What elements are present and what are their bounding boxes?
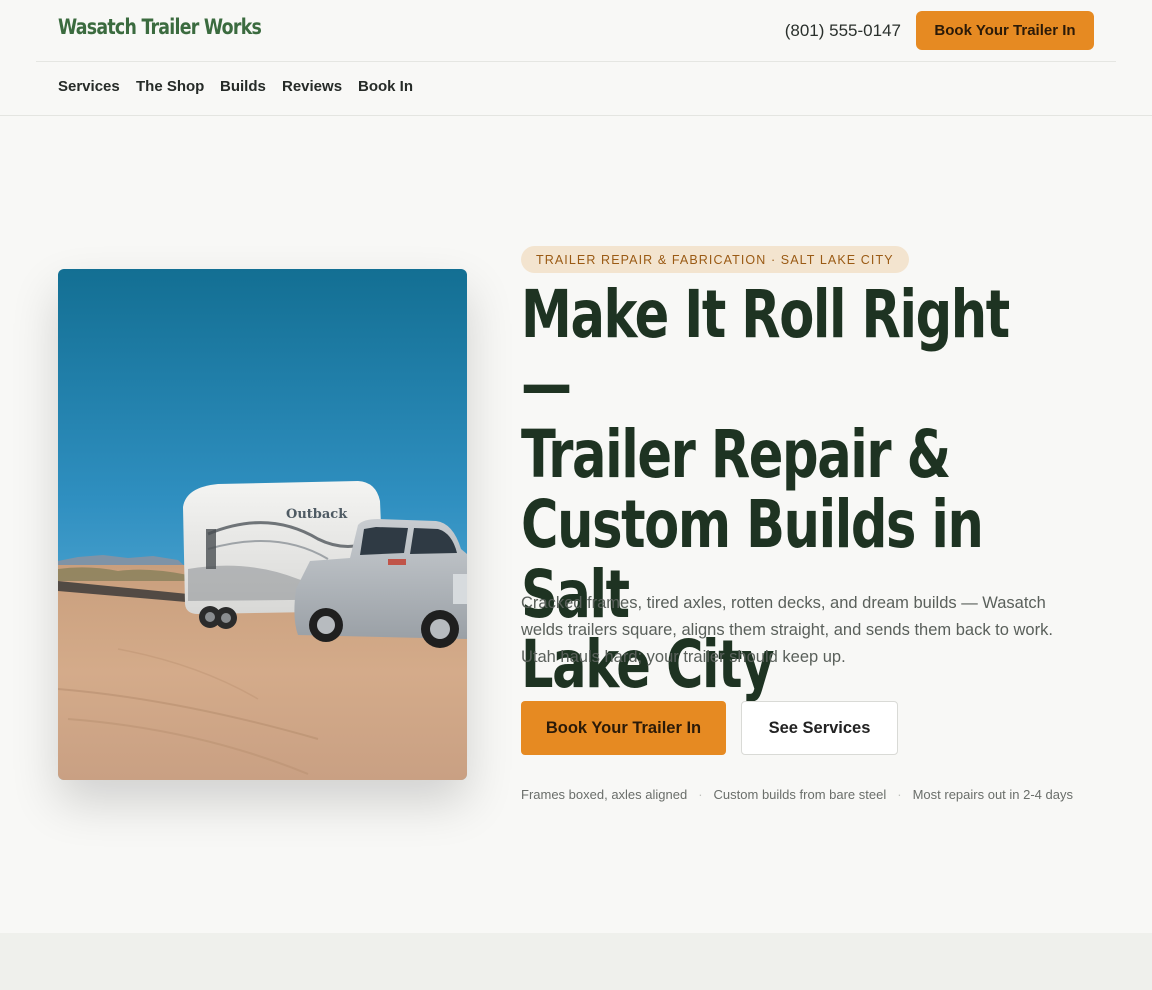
separator-dot: · (897, 787, 902, 802)
main-nav: Services The Shop Builds Reviews Book In (0, 62, 1152, 116)
trust-point: Most repairs out in 2-4 days (912, 787, 1073, 802)
nav-item-reviews[interactable]: Reviews (282, 78, 342, 95)
header-book-button[interactable]: Book Your Trailer In (916, 11, 1094, 50)
hero-eyebrow-badge: TRAILER REPAIR & FABRICATION · SALT LAKE… (521, 246, 909, 273)
headline-line: Make It Roll Right — (521, 276, 1010, 423)
trust-point: Frames boxed, axles aligned (521, 787, 688, 802)
trust-point: Custom builds from bare steel (713, 787, 887, 802)
hero-lede: Cracked frames, tired axles, rotten deck… (521, 594, 1053, 666)
next-section-band (0, 933, 1152, 990)
site-logo[interactable]: Wasatch Trailer Works (58, 15, 262, 39)
trailer-badge: Outback (286, 507, 348, 522)
see-services-button[interactable]: See Services (741, 701, 898, 755)
phone-number-link[interactable]: (801) 555-0147 (785, 21, 901, 41)
site-header: Wasatch Trailer Works (801) 555-0147 Boo… (0, 0, 1152, 62)
nav-item-book-in[interactable]: Book In (358, 78, 413, 95)
trust-points: Frames boxed, axles aligned · Custom bui… (521, 787, 1073, 802)
nav-item-builds[interactable]: Builds (220, 78, 266, 95)
headline-line: Trailer Repair & (521, 416, 951, 493)
nav-item-services[interactable]: Services (58, 78, 120, 95)
separator-dot: · (698, 787, 703, 802)
book-trailer-button[interactable]: Book Your Trailer In (521, 701, 726, 755)
nav-item-the-shop[interactable]: The Shop (136, 78, 204, 95)
hero-photo: Outback (58, 269, 467, 780)
